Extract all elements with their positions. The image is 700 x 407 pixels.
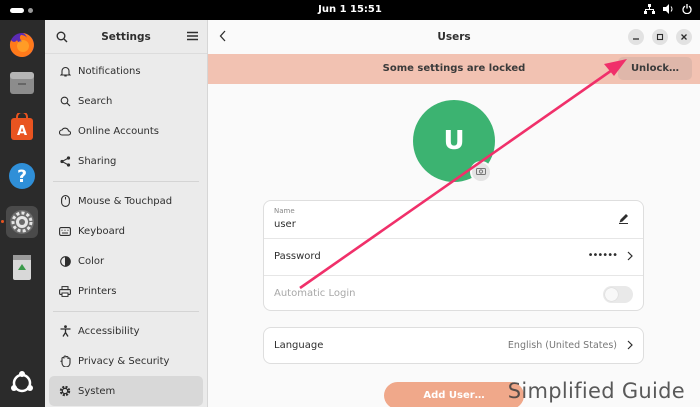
show-apps-icon[interactable]: [6, 367, 38, 399]
mouse-icon: [59, 195, 71, 207]
locked-settings-banner: Some settings are locked Unlock…: [208, 54, 700, 84]
network-icon: [644, 4, 655, 17]
camera-icon: [476, 167, 486, 178]
help-icon[interactable]: ?: [6, 160, 38, 192]
sidebar-item-printers[interactable]: Printers: [45, 276, 207, 306]
sidebar-group-1: Notifications Search Online Accounts Sha…: [45, 54, 207, 176]
system-status-area[interactable]: [644, 4, 692, 17]
sidebar-item-system[interactable]: System: [49, 376, 203, 406]
add-user-button[interactable]: Add User…: [384, 382, 524, 407]
language-label: Language: [274, 340, 324, 351]
svg-text:?: ?: [17, 167, 27, 187]
settings-window: Settings Notifications Search Online Acc…: [45, 20, 700, 407]
automatic-login-label: Automatic Login: [274, 288, 356, 299]
power-icon: [682, 4, 692, 17]
dock: A ?: [0, 20, 45, 407]
chevron-right-icon: [627, 251, 633, 264]
password-row[interactable]: Password ••••••: [264, 238, 643, 275]
pencil-icon[interactable]: [618, 213, 629, 227]
sidebar-item-online-accounts[interactable]: Online Accounts: [45, 116, 207, 146]
app-center-icon[interactable]: A: [6, 111, 38, 143]
watermark: Simplified Guide: [507, 379, 685, 403]
settings-icon[interactable]: [6, 206, 38, 238]
close-button[interactable]: [676, 29, 692, 45]
name-caption: Name: [274, 207, 295, 215]
hand-icon: [59, 355, 71, 367]
sidebar-item-color[interactable]: Color: [45, 246, 207, 276]
chevron-right-icon: [627, 340, 633, 353]
automatic-login-switch[interactable]: [603, 286, 633, 303]
sidebar-item-search[interactable]: Search: [45, 86, 207, 116]
password-value: ••••••: [587, 250, 618, 261]
avatar-initial: U: [443, 126, 465, 156]
gear-icon: [59, 385, 71, 397]
files-icon[interactable]: [6, 67, 38, 99]
account-card: Name user Password •••••• Automatic Logi…: [263, 200, 644, 311]
sidebar-separator: [53, 181, 199, 182]
sidebar-item-notifications[interactable]: Notifications: [45, 56, 207, 86]
clock[interactable]: Jun 1 15:51: [0, 4, 700, 15]
language-row[interactable]: Language English (United States): [263, 327, 644, 364]
name-field[interactable]: user: [274, 219, 296, 230]
page-title: Users: [437, 31, 471, 43]
sidebar-title: Settings: [101, 31, 151, 43]
hamburger-menu-icon[interactable]: [187, 31, 198, 44]
sidebar-group-2: Mouse & Touchpad Keyboard Color Printers: [45, 186, 207, 306]
switch-knob: [605, 288, 618, 301]
cloud-icon: [59, 125, 71, 137]
printer-icon: [59, 285, 71, 297]
trash-icon[interactable]: [6, 251, 38, 283]
accessibility-icon: [59, 325, 71, 337]
firefox-icon[interactable]: [6, 29, 38, 61]
minimize-button[interactable]: [628, 29, 644, 45]
sidebar-item-accessibility[interactable]: Accessibility: [45, 316, 207, 346]
svg-text:A: A: [17, 124, 27, 139]
sidebar-item-privacy-security[interactable]: Privacy & Security: [45, 346, 207, 376]
sidebar: Settings Notifications Search Online Acc…: [45, 20, 208, 407]
automatic-login-row: Automatic Login: [264, 275, 643, 312]
content-header: Users: [208, 20, 700, 54]
language-value: English (United States): [507, 340, 617, 351]
unlock-button[interactable]: Unlock…: [618, 57, 692, 80]
keyboard-icon: [59, 225, 71, 237]
sidebar-item-sharing[interactable]: Sharing: [45, 146, 207, 176]
avatar-edit-button[interactable]: [470, 161, 492, 183]
share-icon: [59, 155, 71, 167]
top-bar: Jun 1 15:51: [0, 0, 700, 20]
sidebar-group-3: Accessibility Privacy & Security System: [45, 316, 207, 406]
sidebar-item-keyboard[interactable]: Keyboard: [45, 216, 207, 246]
sidebar-separator: [53, 311, 199, 312]
bell-icon: [59, 65, 71, 77]
color-icon: [59, 255, 71, 267]
search-icon: [59, 95, 71, 107]
sidebar-item-mouse-touchpad[interactable]: Mouse & Touchpad: [45, 186, 207, 216]
volume-icon: [663, 4, 674, 17]
users-panel: Users Some settings are locked Unlock… U: [208, 20, 700, 407]
name-row[interactable]: Name user: [264, 201, 643, 238]
maximize-button[interactable]: [652, 29, 668, 45]
sidebar-header: Settings: [45, 20, 207, 54]
password-label: Password: [274, 251, 321, 262]
